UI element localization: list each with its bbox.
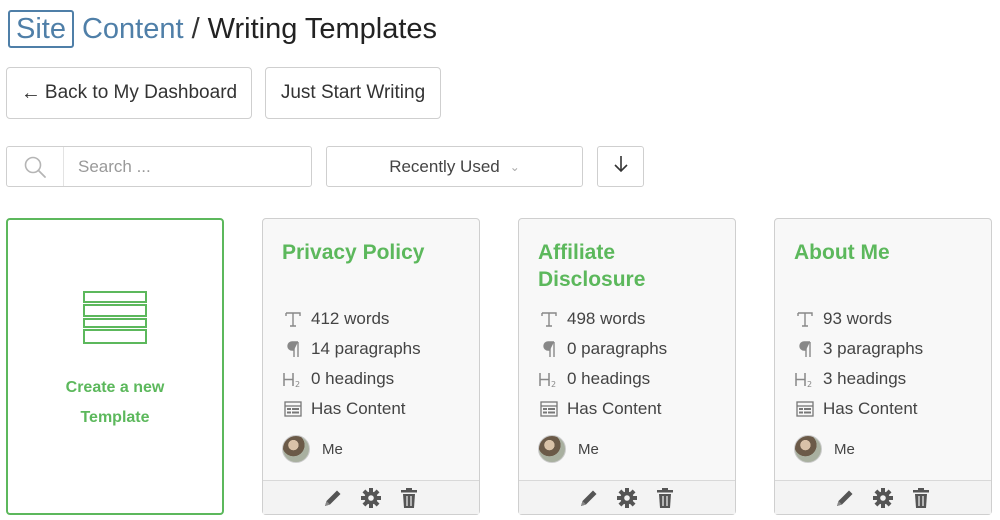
template-card[interactable]: Affiliate Disclosure 498 words 0 paragraph…: [518, 218, 736, 515]
template-title[interactable]: About Me: [794, 239, 979, 266]
stat-words: 498 words: [538, 307, 645, 331]
pilcrow-icon: [538, 340, 560, 358]
stat-headings: 2 0 headings: [282, 367, 394, 391]
stat-content-value: Has Content: [311, 399, 406, 418]
stat-paragraphs-value: 14 paragraphs: [311, 339, 421, 358]
gear-icon[interactable]: [359, 486, 383, 510]
just-start-writing-label: Just Start Writing: [280, 82, 426, 103]
stat-words-value: 412 words: [311, 309, 390, 328]
template-card[interactable]: About Me 93 words 3 paragraphs 2 3 headings H…: [774, 218, 992, 515]
create-template-label: Create a new Template: [45, 373, 185, 433]
pencil-icon[interactable]: [321, 486, 345, 510]
stat-content: Has Content: [282, 397, 406, 421]
pencil-icon[interactable]: [833, 486, 857, 510]
avatar: [282, 435, 310, 463]
template-title[interactable]: Privacy Policy: [282, 239, 467, 266]
svg-text:2: 2: [807, 380, 812, 388]
template-card[interactable]: Privacy Policy 412 words 14 paragraphs 2 0 h…: [262, 218, 480, 515]
card-footer: [519, 480, 735, 514]
stat-content-value: Has Content: [567, 399, 662, 418]
sort-direction-button[interactable]: [597, 146, 644, 187]
sort-selected-value: Recently Used: [389, 156, 500, 176]
text-t-icon: [538, 310, 560, 328]
pilcrow-icon: [794, 340, 816, 358]
stat-headings-value: 3 headings: [823, 369, 907, 388]
stat-headings-value: 0 headings: [567, 369, 651, 388]
template-owner: Me: [794, 435, 855, 463]
svg-text:2: 2: [551, 380, 556, 388]
trash-icon[interactable]: [909, 486, 933, 510]
stat-content: Has Content: [538, 397, 662, 421]
owner-name: Me: [834, 440, 855, 458]
heading-h2-icon: 2: [282, 370, 304, 388]
text-t-icon: [282, 310, 304, 328]
search-icon[interactable]: [7, 147, 64, 186]
stat-headings-value: 0 headings: [311, 369, 395, 388]
owner-name: Me: [578, 440, 599, 458]
stat-words: 412 words: [282, 307, 389, 331]
gear-icon[interactable]: [871, 486, 895, 510]
stat-paragraphs-value: 0 paragraphs: [567, 339, 668, 358]
trash-icon[interactable]: [653, 486, 677, 510]
owner-name: Me: [322, 440, 343, 458]
avatar: [794, 435, 822, 463]
gear-icon[interactable]: [615, 486, 639, 510]
heading-h2-icon: 2: [794, 370, 816, 388]
create-template-line1: Create a new: [65, 379, 165, 396]
trash-icon[interactable]: [397, 486, 421, 510]
stat-paragraphs: 14 paragraphs: [282, 337, 421, 361]
logo-site[interactable]: Site: [8, 10, 74, 48]
page-title: Writing Templates: [207, 12, 438, 45]
content-grid-icon: [538, 401, 560, 417]
just-start-writing-button[interactable]: Just Start Writing: [265, 67, 441, 119]
template-owner: Me: [282, 435, 343, 463]
arrow-left-icon: ←: [20, 81, 41, 104]
page-header: Site Content / Writing Templates: [8, 8, 437, 50]
sort-select[interactable]: Recently Used ⌄: [326, 146, 583, 187]
stat-content: Has Content: [794, 397, 918, 421]
stat-words-value: 93 words: [823, 309, 892, 328]
stat-paragraphs: 0 paragraphs: [538, 337, 667, 361]
pilcrow-icon: [282, 340, 304, 358]
breadcrumb-separator: /: [191, 12, 200, 45]
breadcrumb-site-content[interactable]: Content: [82, 13, 184, 46]
pencil-icon[interactable]: [577, 486, 601, 510]
template-title[interactable]: Affiliate Disclosure: [538, 239, 723, 293]
content-grid-icon: [282, 401, 304, 417]
stat-words-value: 498 words: [567, 309, 646, 328]
stat-paragraphs-value: 3 paragraphs: [823, 339, 924, 358]
back-to-dashboard-label: Back to My Dashboard: [44, 82, 238, 103]
search-input[interactable]: [64, 156, 304, 177]
chevron-down-icon: ⌄: [509, 159, 520, 174]
content-grid-icon: [794, 401, 816, 417]
stat-words: 93 words: [794, 307, 892, 331]
stat-headings: 2 0 headings: [538, 367, 650, 391]
arrow-down-icon: [613, 154, 629, 179]
back-to-dashboard-button[interactable]: ← Back to My Dashboard: [6, 67, 252, 119]
stat-headings: 2 3 headings: [794, 367, 906, 391]
stat-content-value: Has Content: [823, 399, 918, 418]
template-rows-icon: [82, 290, 148, 351]
text-t-icon: [794, 310, 816, 328]
svg-text:2: 2: [295, 380, 300, 388]
create-template-card[interactable]: Create a new Template: [6, 218, 224, 515]
avatar: [538, 435, 566, 463]
search-box: [6, 146, 312, 187]
template-owner: Me: [538, 435, 599, 463]
stat-paragraphs: 3 paragraphs: [794, 337, 923, 361]
create-template-line2: Template: [80, 409, 150, 426]
card-footer: [263, 480, 479, 514]
card-footer: [775, 480, 991, 514]
heading-h2-icon: 2: [538, 370, 560, 388]
